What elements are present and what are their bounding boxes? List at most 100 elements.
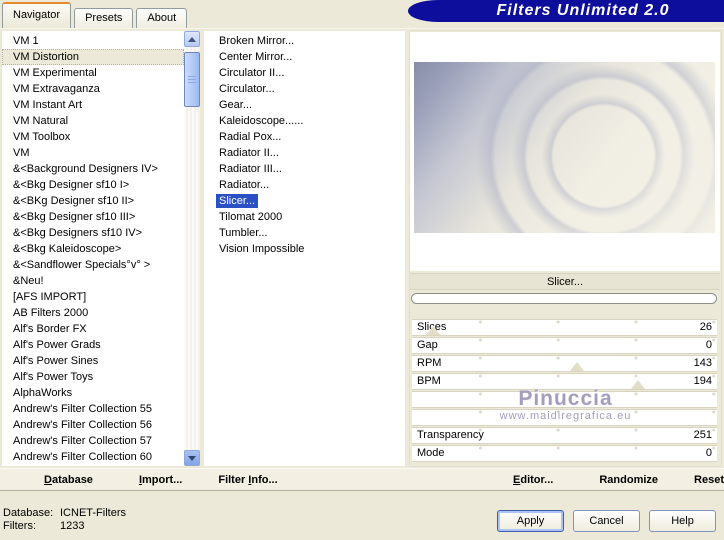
action-button[interactable]: Apply (497, 510, 564, 532)
category-list[interactable]: VM 1 VM Distortion VM Experimental VM Extra… (2, 31, 184, 466)
scrollbar-thumb[interactable] (184, 52, 200, 107)
filter-item[interactable]: Center Mirror... (204, 49, 405, 65)
active-filter-bar: Slicer... (410, 273, 720, 290)
action-button[interactable]: Help (649, 510, 716, 532)
filter-item[interactable]: Gear... (204, 97, 405, 113)
filter-item[interactable]: Circulator... (204, 81, 405, 97)
slider-value: 143 (693, 357, 712, 369)
category-item[interactable]: [AFS IMPORT] (2, 289, 184, 305)
slider-row[interactable] (412, 410, 717, 425)
slider-label: Gap (417, 339, 438, 351)
category-item[interactable]: Alf's Power Grads (2, 337, 184, 353)
slider-row[interactable]: RPM 143 (412, 356, 717, 371)
filter-list[interactable]: Broken Mirror... Center Mirror... Circul… (204, 31, 405, 466)
slider-thumb-icon[interactable] (426, 326, 441, 335)
filter-item[interactable]: Tilomat 2000 (204, 209, 405, 225)
category-item[interactable]: VM Experimental (2, 65, 184, 81)
category-item[interactable]: Andrew's Filter Collection 60 (2, 449, 184, 465)
category-item[interactable]: &Neu! (2, 273, 184, 289)
slider-thumb-icon[interactable] (630, 380, 645, 389)
database-value: ICNET-Filters (60, 507, 126, 519)
slider-label: Mode (417, 447, 445, 459)
filter-item[interactable]: Radiator III... (204, 161, 405, 177)
toolbar-button[interactable]: Randomize (599, 474, 658, 486)
category-item[interactable]: Alf's Power Sines (2, 353, 184, 369)
category-item[interactable]: &<BKg Designer sf10 II> (2, 193, 184, 209)
slider-row[interactable]: Slices 26 (412, 320, 717, 335)
category-item[interactable]: Alf's Border FX (2, 321, 184, 337)
filter-item-label: Slicer... (216, 194, 259, 208)
tab-strip: Navigator Presets About (2, 0, 190, 28)
category-item[interactable]: Andrew's Filter Collection 55 (2, 401, 184, 417)
toolbar-button[interactable]: Filter Info... (218, 474, 277, 486)
category-item[interactable]: &<Bkg Kaleidoscope> (2, 241, 184, 257)
category-item[interactable]: VM Extravaganza (2, 81, 184, 97)
filter-item[interactable]: Slicer... (204, 193, 405, 209)
filter-item[interactable]: Vision Impossible (204, 241, 405, 257)
tab[interactable]: Presets (74, 8, 134, 28)
parameter-sliders: Slices 26 Gap 0 RPM 143 BPM 194 Transpar… (412, 320, 717, 464)
filter-item-label: Center Mirror... (219, 51, 293, 63)
category-item[interactable]: VM Toolbox (2, 129, 184, 145)
slider-row[interactable]: Gap 0 (412, 338, 717, 353)
filter-item-label: Broken Mirror... (219, 35, 295, 47)
toolbar-button[interactable]: Database (44, 474, 93, 486)
filter-item[interactable]: Kaleidoscope...... (204, 113, 405, 129)
filter-item-label: Tilomat 2000 (219, 211, 283, 223)
filter-item[interactable]: Tumbler... (204, 225, 405, 241)
category-item[interactable]: Alf's Power Toys (2, 369, 184, 385)
slider-row[interactable]: Transparency 251 (412, 428, 717, 443)
filter-item[interactable]: Circulator II... (204, 65, 405, 81)
toolbar-button-label-pre: Reset (694, 473, 724, 486)
scroll-down-button[interactable] (184, 450, 200, 466)
tab[interactable]: About (136, 8, 188, 28)
chevron-up-icon (188, 36, 196, 42)
category-item[interactable]: &<Bkg Designer sf10 I> (2, 177, 184, 193)
category-item[interactable]: VM Natural (2, 113, 184, 129)
category-item[interactable]: Andrew's Filter Collection 56 (2, 417, 184, 433)
filter-item-label: Kaleidoscope...... (219, 115, 304, 127)
filter-item-label: Radiator II... (219, 147, 279, 159)
category-item[interactable]: VM Instant Art (2, 97, 184, 113)
slider-row[interactable] (412, 392, 717, 407)
category-item[interactable]: &<Bkg Designer sf10 III> (2, 209, 184, 225)
toolbar-button-label-post: nfo... (251, 473, 278, 486)
toolbar-button[interactable]: Reset (694, 474, 724, 486)
slider-row[interactable]: Mode 0 (412, 446, 717, 461)
filters-unlimited-dialog: Filters Unlimited 2.0 Navigator Presets Ab… (0, 0, 724, 540)
category-item[interactable]: VM Distortion (2, 49, 184, 65)
category-item[interactable]: &<Sandflower Specials°v° > (2, 257, 184, 273)
database-label: Database: (3, 507, 54, 519)
slider-label: BPM (417, 375, 441, 387)
category-item[interactable]: &<Background Designers IV> (2, 161, 184, 177)
action-button[interactable]: Cancel (573, 510, 640, 532)
slider-value: 0 (705, 339, 712, 351)
filter-item[interactable]: Radial Pox... (204, 129, 405, 145)
filter-item[interactable]: Radiator... (204, 177, 405, 193)
category-item[interactable]: VM (2, 145, 184, 161)
slider-thumb-icon[interactable] (569, 362, 584, 371)
filter-item-label: Radial Pox... (219, 131, 282, 143)
category-item[interactable]: AB Filters 2000 (2, 305, 184, 321)
scrollbar-grip-icon (188, 76, 196, 83)
category-item[interactable]: VM 1 (2, 33, 184, 49)
category-item[interactable]: AlphaWorks (2, 385, 184, 401)
filter-item[interactable]: Broken Mirror... (204, 33, 405, 49)
filter-item-label: Vision Impossible (219, 243, 305, 255)
slider-value: 251 (693, 429, 712, 441)
toolbar-strip: Database Import... Filter Info... Editor… (0, 468, 724, 491)
category-item[interactable]: Andrew's Filter Collection 57 (2, 433, 184, 449)
category-item[interactable]: &<Bkg Designers sf10 IV> (2, 225, 184, 241)
slider-row[interactable]: BPM 194 (412, 374, 717, 389)
status-area: Database: ICNET-Filters Filters: 1233 (3, 507, 126, 533)
toolbar-button[interactable]: Import... (139, 474, 182, 486)
toolbar-button-label-post: ditor... (520, 473, 554, 486)
scroll-up-button[interactable] (184, 31, 200, 47)
category-scrollbar[interactable] (184, 31, 200, 466)
slider-label: Transparency (417, 429, 484, 441)
filter-item[interactable]: Radiator II... (204, 145, 405, 161)
app-title: Filters Unlimited 2.0 (496, 2, 670, 19)
tab[interactable]: Navigator (2, 2, 72, 28)
toolbar-button-label-pre: Randomize (599, 473, 659, 486)
toolbar-button[interactable]: Editor... (513, 474, 553, 486)
